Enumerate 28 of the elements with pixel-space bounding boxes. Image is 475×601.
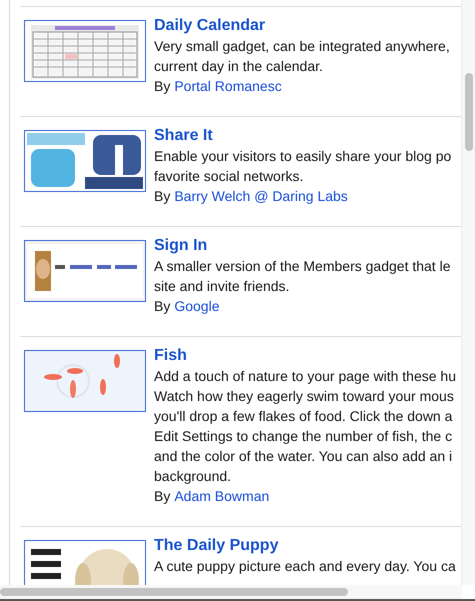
description-line: A cute puppy picture each and every day. You ca (154, 557, 456, 576)
author-link[interactable]: Barry Welch @ Daring Labs (174, 186, 348, 206)
author-link[interactable]: Google (174, 296, 220, 316)
gadget-title-link[interactable]: Daily Calendar (154, 16, 266, 36)
description-line: you'll drop a few flakes of food. Click the down a (154, 407, 452, 426)
description-line: and the color of the water. You can also add an i (154, 447, 452, 466)
description-line: background. (154, 467, 232, 486)
by-label: By (154, 297, 170, 316)
gadget-title-link[interactable]: The Daily Puppy (154, 536, 278, 556)
vertical-scrollbar[interactable] (461, 0, 475, 585)
description-line: Edit Settings to change the number of fish, the c (154, 427, 452, 446)
description-line: site and invite friends. (154, 277, 290, 296)
author-link[interactable]: Adam Bowman (174, 486, 270, 506)
by-label: By (154, 77, 170, 96)
description-line: A smaller version of the Members gadget that le (154, 257, 450, 276)
description-line: favorite social networks. (154, 167, 304, 186)
gadget-title-link[interactable]: Sign In (154, 236, 208, 256)
description-line: Very small gadget, can be integrated anywhere, (154, 37, 450, 56)
author-link[interactable]: Portal Romanesc (174, 76, 282, 96)
description-line: Watch how they eagerly swim toward your mous (154, 387, 454, 406)
by-label: By (154, 187, 170, 206)
description-line: Add a touch of nature to your page with these hu (154, 367, 456, 386)
gadget-title-link[interactable]: Share It (154, 126, 213, 146)
description-line: current day in the calendar. (154, 57, 323, 76)
description-line: Enable your visitors to easily share your blog po (154, 147, 452, 166)
by-label: By (154, 487, 170, 506)
gadget-title-link[interactable]: Fish (154, 346, 187, 366)
horizontal-scrollbar[interactable] (0, 585, 462, 599)
